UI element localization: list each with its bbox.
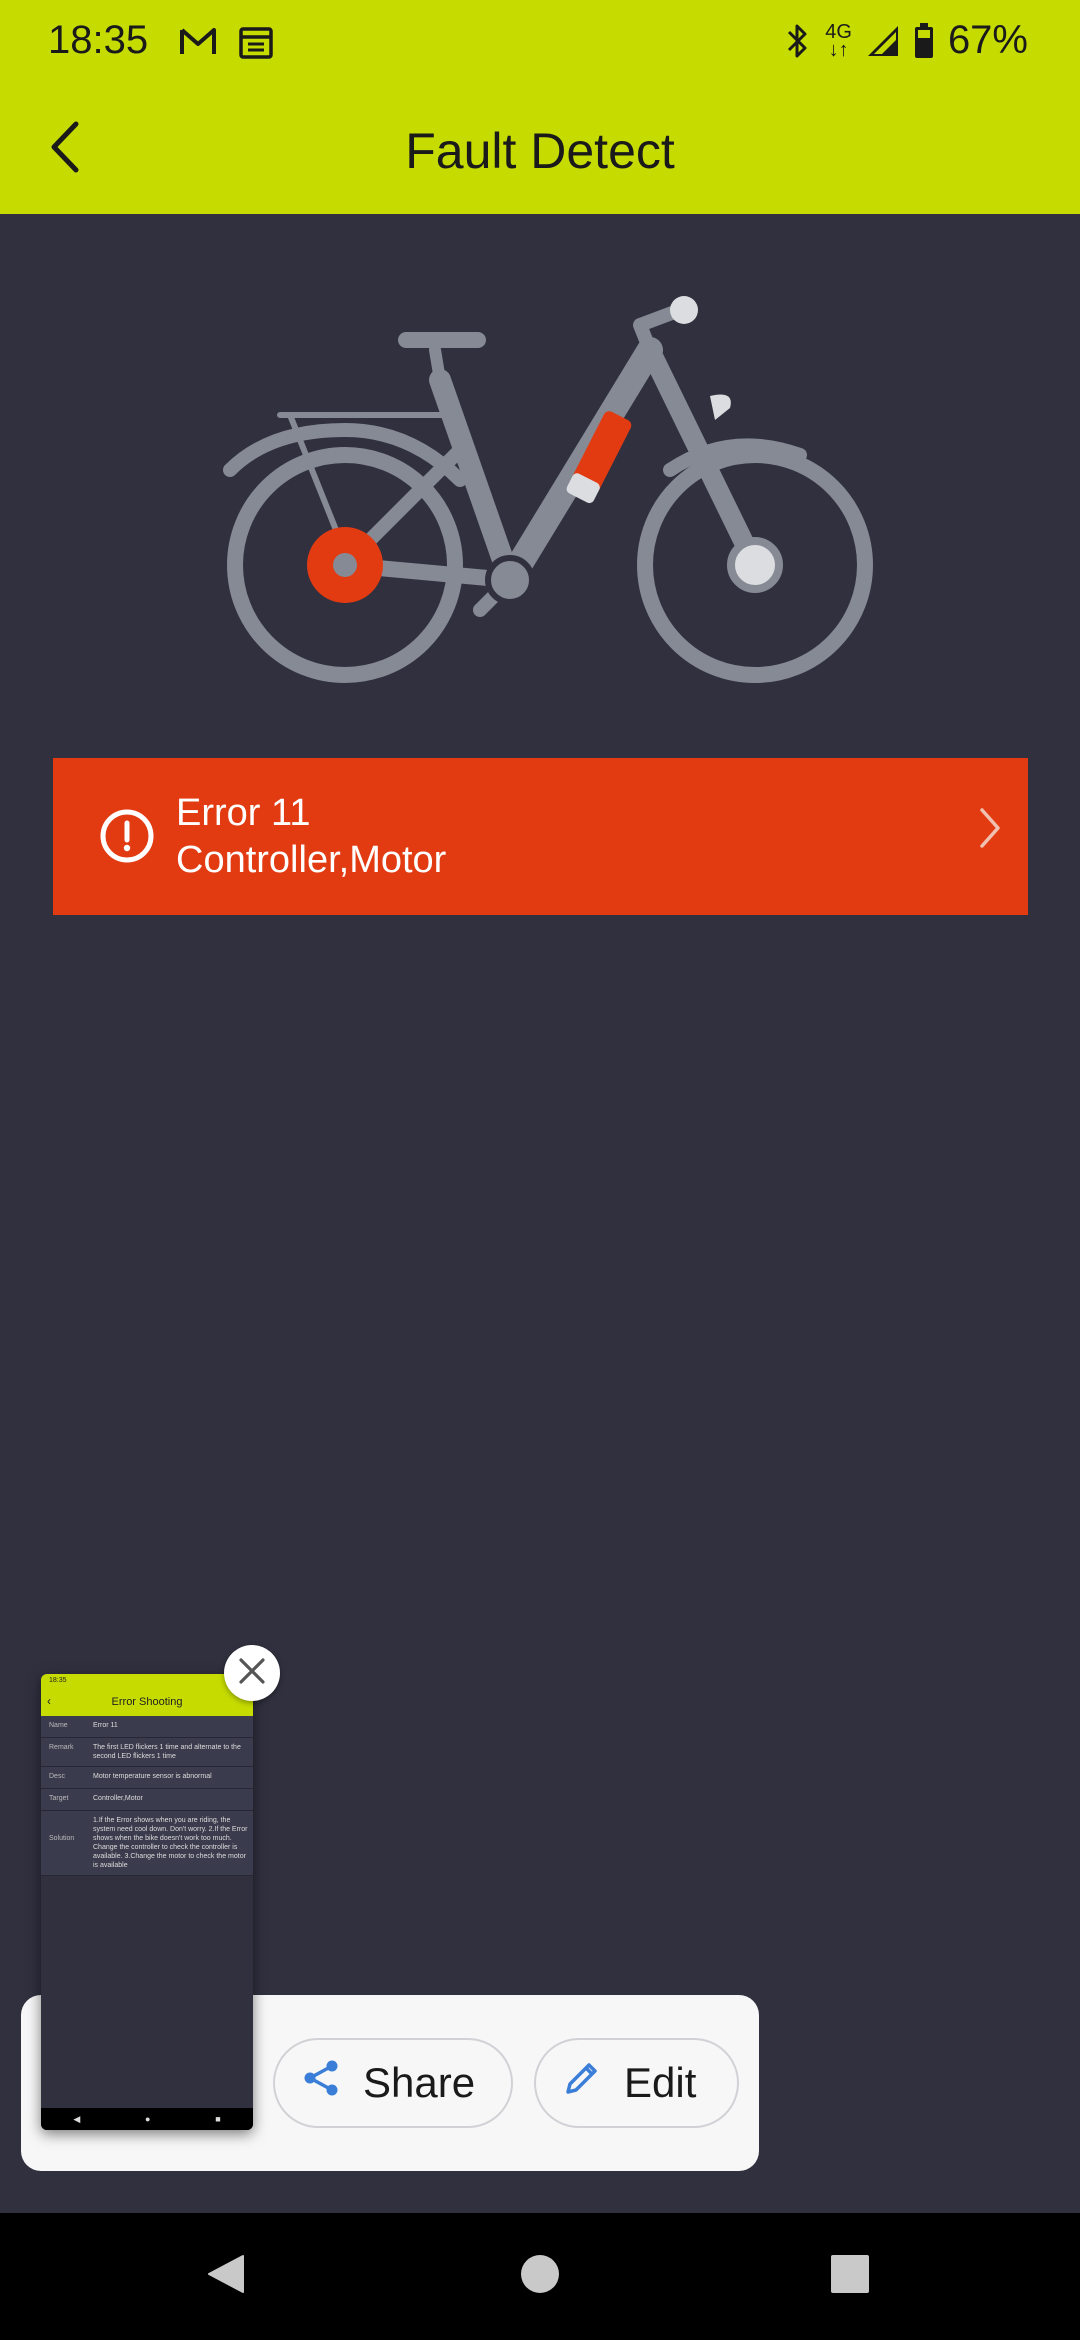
thumb-row: Remark The first LED flickers 1 time and…	[41, 1738, 253, 1767]
fault-text: Error 11 Controller,Motor	[176, 790, 446, 884]
thumb-row-key: Name	[49, 1722, 68, 1729]
thumb-status-bar: 18:35	[41, 1674, 253, 1688]
nav-home-icon	[520, 2254, 560, 2299]
share-label: Share	[363, 2059, 476, 2106]
edit-button[interactable]: Edit	[534, 2038, 739, 2128]
thumb-row: Solution 1.If the Error shows when you a…	[41, 1811, 253, 1876]
network-label: 4G	[825, 20, 852, 43]
thumb-row-value: Controller,Motor	[93, 1795, 143, 1802]
thumbnail-close-button[interactable]	[224, 1645, 280, 1701]
thumb-row: Name Error 11	[41, 1716, 253, 1738]
nav-back-icon	[203, 2252, 247, 2301]
close-icon	[238, 1657, 266, 1690]
thumb-app-bar: ‹ Error Shooting	[41, 1688, 253, 1716]
thumb-nav-recents-icon: ■	[215, 2114, 221, 2124]
thumb-row-key: Target	[49, 1795, 69, 1802]
electric-bike-illustration	[210, 280, 890, 700]
thumb-row-key: Solution	[49, 1835, 75, 1842]
thumb-row-key: Remark	[49, 1744, 74, 1751]
fault-item[interactable]: Error 11 Controller,Motor	[53, 758, 1028, 915]
thumb-row-value: 1.If the Error shows when you are riding…	[93, 1817, 248, 1869]
thumb-nav-back-icon: ◀	[73, 2113, 81, 2124]
nav-recents-icon	[830, 2254, 870, 2299]
app-bar: Fault Detect	[0, 84, 1080, 214]
thumb-row-value: The first LED flickers 1 time and altern…	[93, 1744, 241, 1760]
status-left-icons	[178, 24, 274, 65]
screenshot-thumbnail[interactable]: 18:35 ‹ Error Shooting Name Error 11 Rem…	[41, 1674, 253, 2130]
thumb-row-key: Desc	[49, 1773, 65, 1780]
gmail-icon	[178, 24, 218, 65]
battery-percent: 67%	[947, 18, 1028, 62]
alert-circle-icon	[77, 786, 177, 886]
thumb-row: Target Controller,Motor	[41, 1789, 253, 1811]
bluetooth-icon	[785, 22, 811, 60]
page-title: Fault Detect	[405, 123, 675, 179]
thumb-row-value: Motor temperature sensor is abnormal	[93, 1773, 212, 1780]
system-nav-bar	[0, 2213, 1080, 2340]
nav-back-button[interactable]	[190, 2241, 260, 2311]
thumb-row: Desc Motor temperature sensor is abnorma…	[41, 1767, 253, 1789]
pencil-icon	[536, 2058, 624, 2108]
fault-code: Error 11	[176, 792, 311, 834]
nav-recents-button[interactable]	[815, 2241, 885, 2311]
status-time: 18:35	[48, 18, 149, 62]
nav-home-button[interactable]	[505, 2241, 575, 2311]
calendar-icon	[238, 24, 274, 65]
chevron-right-icon	[978, 806, 1002, 855]
signal-icon	[866, 24, 900, 58]
network-4g-icon: 4G ↓↑	[825, 20, 852, 61]
edit-label: Edit	[624, 2059, 697, 2106]
fault-target: Controller,Motor	[176, 839, 447, 881]
share-button[interactable]: Share	[273, 2038, 513, 2128]
battery-icon	[914, 22, 934, 59]
thumb-title: Error Shooting	[111, 1696, 183, 1708]
status-right-icons: 4G ↓↑ 67%	[785, 18, 1028, 63]
thumb-nav-home-icon: ●	[145, 2114, 151, 2124]
thumb-nav-bar: ◀ ● ■	[41, 2108, 253, 2130]
share-icon	[275, 2058, 363, 2108]
thumb-row-value: Error 11	[93, 1722, 118, 1729]
status-bar: 18:35 4G ↓↑ 67%	[0, 0, 1080, 84]
